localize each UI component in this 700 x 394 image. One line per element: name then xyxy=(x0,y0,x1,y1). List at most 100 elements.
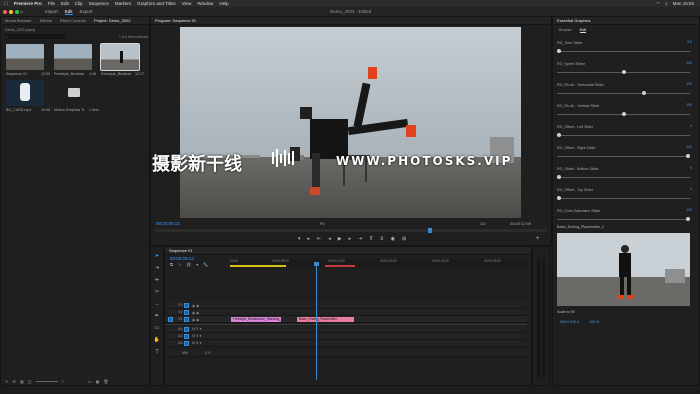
track-target-a2[interactable] xyxy=(184,334,189,339)
track-v2[interactable] xyxy=(165,309,527,316)
zoom-window-button[interactable] xyxy=(15,9,19,14)
tab-effects[interactable]: Effects xyxy=(40,18,52,23)
eye-icon[interactable]: ◉ ◉ xyxy=(192,317,199,324)
eg-slider-knob[interactable] xyxy=(621,112,626,116)
search-icon[interactable]: ⌕ xyxy=(665,1,668,7)
hand-tool-icon[interactable]: ✋ xyxy=(154,337,160,343)
program-playhead[interactable] xyxy=(428,228,432,233)
tab-effect-controls[interactable]: Effect Controls xyxy=(60,18,86,23)
track-select-icon[interactable]: ⇥ xyxy=(155,265,159,271)
track-target-v3[interactable] xyxy=(184,303,189,308)
minimize-window-button[interactable] xyxy=(9,9,13,14)
export-frame-icon[interactable]: ◉ xyxy=(391,236,395,242)
quality-dropdown[interactable]: 1/2 xyxy=(480,221,486,226)
add-marker-icon[interactable]: ▾ xyxy=(196,262,198,267)
ripple-edit-icon[interactable]: ⇹ xyxy=(155,277,159,283)
home-icon[interactable]: ⌂ xyxy=(20,9,23,15)
eg-slider-knob[interactable] xyxy=(621,70,626,74)
menu-help[interactable]: Help xyxy=(219,1,228,6)
track-a3[interactable] xyxy=(165,340,527,347)
menu-clip[interactable]: Clip xyxy=(75,1,83,6)
selection-tool-icon[interactable]: ➤ xyxy=(155,253,159,259)
clip-freestyle[interactable]: Freestyle_Breakdance_Standing_Move... xyxy=(231,317,281,322)
pencil-icon[interactable]: ✎ xyxy=(5,379,8,384)
eg-slider-knob[interactable] xyxy=(686,217,690,221)
workspace-import[interactable]: Import xyxy=(45,9,58,15)
freeform-view-icon[interactable]: ◫ xyxy=(28,379,32,384)
comparison-icon[interactable]: ⊞ xyxy=(402,236,406,242)
eg-slider-knob[interactable] xyxy=(686,154,690,158)
bin-folder[interactable] xyxy=(54,80,92,106)
type-tool-icon[interactable]: T xyxy=(155,349,158,355)
eg-slider-value[interactable]: 0.0 xyxy=(687,40,692,44)
eye-icon[interactable]: ◉ ◉ xyxy=(192,310,199,317)
eg-tab-edit[interactable]: Edit xyxy=(579,28,587,33)
mute-solo-icon[interactable]: M S ● xyxy=(192,333,202,340)
tab-media-browser[interactable]: Media Browser xyxy=(5,18,32,23)
track-v3[interactable] xyxy=(165,302,527,309)
tab-sequence[interactable]: Sequence 01 xyxy=(169,248,193,253)
eg-slider-value[interactable]: 100 xyxy=(686,82,692,86)
timeline-playhead[interactable] xyxy=(316,262,317,380)
menu-window[interactable]: Window xyxy=(197,1,213,6)
mark-in-icon[interactable]: ▾ xyxy=(298,236,301,242)
eg-slider-knob[interactable] xyxy=(642,91,647,95)
razor-tool-icon[interactable]: ✂ xyxy=(155,289,159,295)
timeline-playhead-handle[interactable] xyxy=(314,262,319,266)
eg-position-value[interactable]: 960.0 540.0 xyxy=(560,320,579,324)
track-mix[interactable] xyxy=(165,350,527,357)
eg-slider-track[interactable] xyxy=(557,51,690,52)
new-item-icon[interactable]: ▣ xyxy=(96,379,100,384)
project-item-thumb[interactable] xyxy=(54,44,92,70)
rectangle-tool-icon[interactable]: ▭ xyxy=(155,325,160,331)
eg-slider-value[interactable]: 0 xyxy=(690,124,692,128)
track-target-v2[interactable] xyxy=(184,310,189,315)
eg-layer-label[interactable]: Basic_Ending_Placeholder_2 xyxy=(557,225,604,229)
track-target-a1[interactable] xyxy=(184,327,189,332)
program-video-frame[interactable] xyxy=(180,27,521,218)
go-to-in-icon[interactable]: ⇤ xyxy=(317,236,321,242)
nest-icon[interactable]: ⧉ xyxy=(170,262,173,267)
eg-slider-track[interactable] xyxy=(557,93,690,94)
apple-icon[interactable]:  xyxy=(4,1,8,7)
track-target-v1[interactable] xyxy=(184,317,189,322)
wifi-icon[interactable]: ◠ xyxy=(656,1,660,7)
menu-markers[interactable]: Markers xyxy=(115,1,131,6)
list-view-icon[interactable]: ☰ xyxy=(12,379,16,384)
eg-slider-value[interactable]: 100 xyxy=(686,61,692,65)
fit-dropdown[interactable]: Fit xyxy=(320,221,324,226)
mix-value[interactable]: 0.0 xyxy=(205,351,210,355)
eg-opacity-value[interactable]: 100 % xyxy=(589,320,599,324)
tab-project[interactable]: Project: Demo_2022 xyxy=(94,18,130,23)
new-bin-icon[interactable]: ▭ xyxy=(88,379,92,384)
tab-program[interactable]: Program: Sequence 01 xyxy=(155,18,196,23)
workspace-export[interactable]: Export xyxy=(80,9,93,15)
linked-selection-icon[interactable]: ⛓ xyxy=(186,262,191,267)
program-scrubber[interactable] xyxy=(155,228,547,233)
add-button-icon[interactable]: + xyxy=(536,236,540,242)
source-patch-v1[interactable] xyxy=(168,317,173,322)
eg-slider-track[interactable] xyxy=(557,135,690,136)
project-item-thumb[interactable] xyxy=(6,44,44,70)
eg-slider-track[interactable] xyxy=(557,198,690,199)
mark-out-icon[interactable]: ▸ xyxy=(308,236,311,242)
eg-tab-browse[interactable]: Browse xyxy=(559,28,572,33)
project-item-thumb[interactable] xyxy=(6,80,44,106)
icon-view-icon[interactable]: ▦ xyxy=(20,379,24,384)
menu-graphics[interactable]: Graphics and Titles xyxy=(137,1,176,6)
slip-tool-icon[interactable]: ↔ xyxy=(155,301,160,307)
lift-icon[interactable]: ⊼ xyxy=(369,236,373,242)
eye-icon[interactable]: ◉ ◉ xyxy=(192,303,199,310)
pen-tool-icon[interactable]: ✒ xyxy=(155,313,159,319)
menu-view[interactable]: View xyxy=(182,1,192,6)
workspace-edit[interactable]: Edit xyxy=(64,9,73,15)
timeline-timecode[interactable]: 00:00:09:13 xyxy=(170,256,194,261)
eg-slider-track[interactable] xyxy=(557,156,690,157)
menu-file[interactable]: File xyxy=(48,1,55,6)
eg-slider-knob[interactable] xyxy=(557,49,561,53)
eg-scale-label[interactable]: Scale to fill xyxy=(557,310,574,314)
mute-solo-icon[interactable]: M S ● xyxy=(192,326,202,333)
eg-slider-value[interactable]: 100 xyxy=(686,145,692,149)
track-a1[interactable] xyxy=(165,326,527,333)
track-a2[interactable] xyxy=(165,333,527,340)
